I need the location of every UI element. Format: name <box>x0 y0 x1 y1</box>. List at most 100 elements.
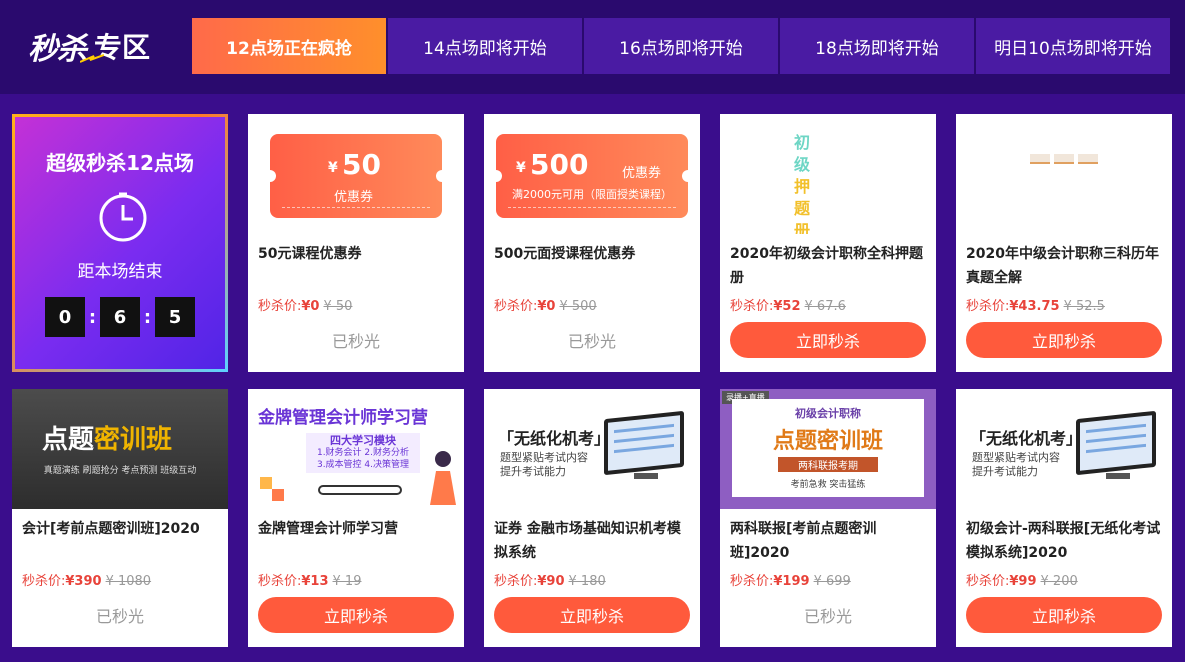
seckill-logo: 秒杀 专区 <box>28 24 150 68</box>
coupon-amount: 500 <box>530 148 589 181</box>
tab-16-session[interactable]: 16点场即将开始 <box>584 18 778 74</box>
price-label: 秒杀价: <box>258 299 302 314</box>
sold-out-label: 已秒光 <box>331 332 380 351</box>
seckill-button[interactable]: 立即秒杀 <box>966 597 1162 633</box>
seckill-price: ¥0 <box>537 299 556 314</box>
class-banner-image: 录播+直播 初级会计职称 点题密训班 两科联报考期 考前急救 突击猛练 <box>720 389 936 509</box>
monitor-icon <box>1076 410 1156 476</box>
countdown-minutes: 6 <box>100 297 140 337</box>
product-thumbnail: ¥ 50 优惠券 <box>248 114 464 234</box>
sold-out-label: 已秒光 <box>95 607 144 626</box>
price-label: 秒杀价: <box>966 574 1010 589</box>
product-thumbnail: 「无纸化机考」 题型紧贴考试内容 提升考试能力 <box>956 389 1172 509</box>
coupon-image: ¥ 500 优惠券 满2000元可用（限面授类课程） <box>490 134 694 218</box>
product-card[interactable]: 「无纸化机考」 题型紧贴考试内容 提升考试能力 证券 金融市场基础知识机考模拟系统… <box>484 389 700 647</box>
coupon-unit: 优惠券 <box>622 166 662 181</box>
seckill-price: ¥390 <box>65 574 102 589</box>
countdown-seconds: 5 <box>155 297 195 337</box>
coupon-image: ¥ 50 优惠券 <box>264 134 448 218</box>
seckill-price: ¥199 <box>773 574 810 589</box>
product-price: 秒杀价:¥0 ¥ 50 <box>258 295 352 314</box>
price-label: 秒杀价: <box>258 574 302 589</box>
original-price: ¥ 50 <box>323 299 353 314</box>
coupon-amount: 50 <box>342 148 381 181</box>
tab-12-session[interactable]: 12点场正在疯抢 <box>192 18 386 74</box>
countdown-label: 距本场结束 <box>77 262 163 282</box>
product-card[interactable]: 金牌管理会计师学习营 四大学习模块 1.财务会计 2.财务分析 3.成本管控 4… <box>248 389 464 647</box>
product-price: 秒杀价:¥390 ¥ 1080 <box>22 570 151 589</box>
coupon-subtitle: 满2000元可用（限面授类课程） <box>512 188 672 201</box>
product-thumbnail: 录播+直播 初级会计职称 点题密训班 两科联报考期 考前急救 突击猛练 <box>720 389 936 509</box>
countdown-hours: 0 <box>45 297 85 337</box>
product-price: 秒杀价:¥199 ¥ 699 <box>730 570 851 589</box>
book-cover-image: 初 级 押 题 册 <box>793 133 810 234</box>
price-label: 秒杀价: <box>730 299 774 314</box>
product-title[interactable]: 初级会计-两科联报[无纸化考试模拟系统]2020 <box>966 517 1162 565</box>
seckill-price: ¥52 <box>773 299 801 314</box>
countdown-title: 超级秒杀12点场 <box>46 151 194 175</box>
lightning-icon <box>80 54 104 63</box>
product-title[interactable]: 金牌管理会计师学习营 <box>258 517 454 565</box>
product-price: 秒杀价:¥99 ¥ 200 <box>966 570 1078 589</box>
original-price: ¥ 52.5 <box>1063 299 1105 314</box>
original-price: ¥ 1080 <box>105 574 152 589</box>
original-price: ¥ 67.6 <box>804 299 846 314</box>
seckill-price: ¥90 <box>537 574 565 589</box>
product-thumbnail: ¥ 500 优惠券 满2000元可用（限面授类课程） <box>484 114 700 234</box>
blocks-icon <box>260 477 284 501</box>
top-bar: 秒杀 专区 12点场正在疯抢 14点场即将开始 16点场即将开始 18点场即将开… <box>0 0 1185 94</box>
original-price: ¥ 200 <box>1040 574 1078 589</box>
product-card[interactable]: 2020年中级会计职称三科历年真题全解 秒杀价:¥43.75 ¥ 52.5 立即秒… <box>956 114 1172 372</box>
price-label: 秒杀价: <box>730 574 774 589</box>
product-thumbnail: 「无纸化机考」 题型紧贴考试内容 提升考试能力 <box>484 389 700 509</box>
countdown-separator: : <box>143 306 152 328</box>
price-label: 秒杀价: <box>966 299 1010 314</box>
product-price: 秒杀价:¥13 ¥ 19 <box>258 570 361 589</box>
logo-text-seckill: 秒杀 <box>28 32 87 67</box>
price-label: 秒杀价: <box>22 574 66 589</box>
price-label: 秒杀价: <box>494 299 538 314</box>
person-illustration-icon <box>430 451 456 505</box>
product-title[interactable]: 50元课程优惠券 <box>258 242 454 290</box>
product-price: 秒杀价:¥43.75 ¥ 52.5 <box>966 295 1105 314</box>
original-price: ¥ 19 <box>332 574 362 589</box>
product-card[interactable]: 点题密训班 真题演练 刷题抢分 考点预测 班级互动 会计[考前点题密训班]202… <box>12 389 228 647</box>
seckill-button[interactable]: 立即秒杀 <box>730 322 926 358</box>
product-price: 秒杀价:¥0 ¥ 500 <box>494 295 597 314</box>
product-title[interactable]: 两科联报[考前点题密训班]2020 <box>730 517 926 565</box>
product-card[interactable]: 「无纸化机考」 题型紧贴考试内容 提升考试能力 初级会计-两科联报[无纸化考试模拟… <box>956 389 1172 647</box>
original-price: ¥ 500 <box>559 299 597 314</box>
price-label: 秒杀价: <box>494 574 538 589</box>
class-banner-image: 点题密训班 真题演练 刷题抢分 考点预测 班级互动 <box>12 389 228 509</box>
tab-18-session[interactable]: 18点场即将开始 <box>780 18 974 74</box>
product-thumbnail: 点题密训班 真题演练 刷题抢分 考点预测 班级互动 <box>12 389 228 509</box>
product-price: 秒杀价:¥90 ¥ 180 <box>494 570 606 589</box>
countdown-panel: 超级秒杀12点场 距本场结束 0 : 6 : 5 <box>12 114 228 372</box>
product-title[interactable]: 2020年中级会计职称三科历年真题全解 <box>966 242 1162 290</box>
coupon-currency: ¥ <box>328 160 338 176</box>
product-title[interactable]: 会计[考前点题密训班]2020 <box>22 517 218 565</box>
clock-icon <box>99 192 147 242</box>
product-thumbnail: 金牌管理会计师学习营 四大学习模块 1.财务会计 2.财务分析 3.成本管控 4… <box>248 389 464 509</box>
countdown-timer: 0 : 6 : 5 <box>45 297 195 337</box>
coupon-currency: ¥ <box>516 160 526 176</box>
product-title[interactable]: 500元面授课程优惠券 <box>494 242 690 290</box>
product-title[interactable]: 2020年初级会计职称全科押题册 <box>730 242 926 290</box>
seckill-price: ¥43.75 <box>1009 299 1060 314</box>
product-card[interactable]: ¥ 50 优惠券 50元课程优惠券 秒杀价:¥0 ¥ 50 已秒光 <box>248 114 464 372</box>
sold-out-label: 已秒光 <box>567 332 616 351</box>
tab-14-session[interactable]: 14点场即将开始 <box>388 18 582 74</box>
product-card[interactable]: 录播+直播 初级会计职称 点题密训班 两科联报考期 考前急救 突击猛练 两科联报… <box>720 389 936 647</box>
product-thumbnail <box>956 114 1172 234</box>
product-card[interactable]: 初 级 押 题 册 2020年初级会计职称全科押题册 秒杀价:¥52 ¥ 67.6… <box>720 114 936 372</box>
countdown-separator: : <box>88 306 97 328</box>
tab-tomorrow-10-session[interactable]: 明日10点场即将开始 <box>976 18 1170 74</box>
product-thumbnail: 初 级 押 题 册 <box>720 114 936 234</box>
seckill-button[interactable]: 立即秒杀 <box>494 597 690 633</box>
product-card[interactable]: ¥ 500 优惠券 满2000元可用（限面授类课程） 500元面授课程优惠券 秒… <box>484 114 700 372</box>
monitor-icon <box>604 410 684 476</box>
original-price: ¥ 699 <box>813 574 851 589</box>
product-title[interactable]: 证券 金融市场基础知识机考模拟系统 <box>494 517 690 565</box>
seckill-button[interactable]: 立即秒杀 <box>966 322 1162 358</box>
seckill-button[interactable]: 立即秒杀 <box>258 597 454 633</box>
